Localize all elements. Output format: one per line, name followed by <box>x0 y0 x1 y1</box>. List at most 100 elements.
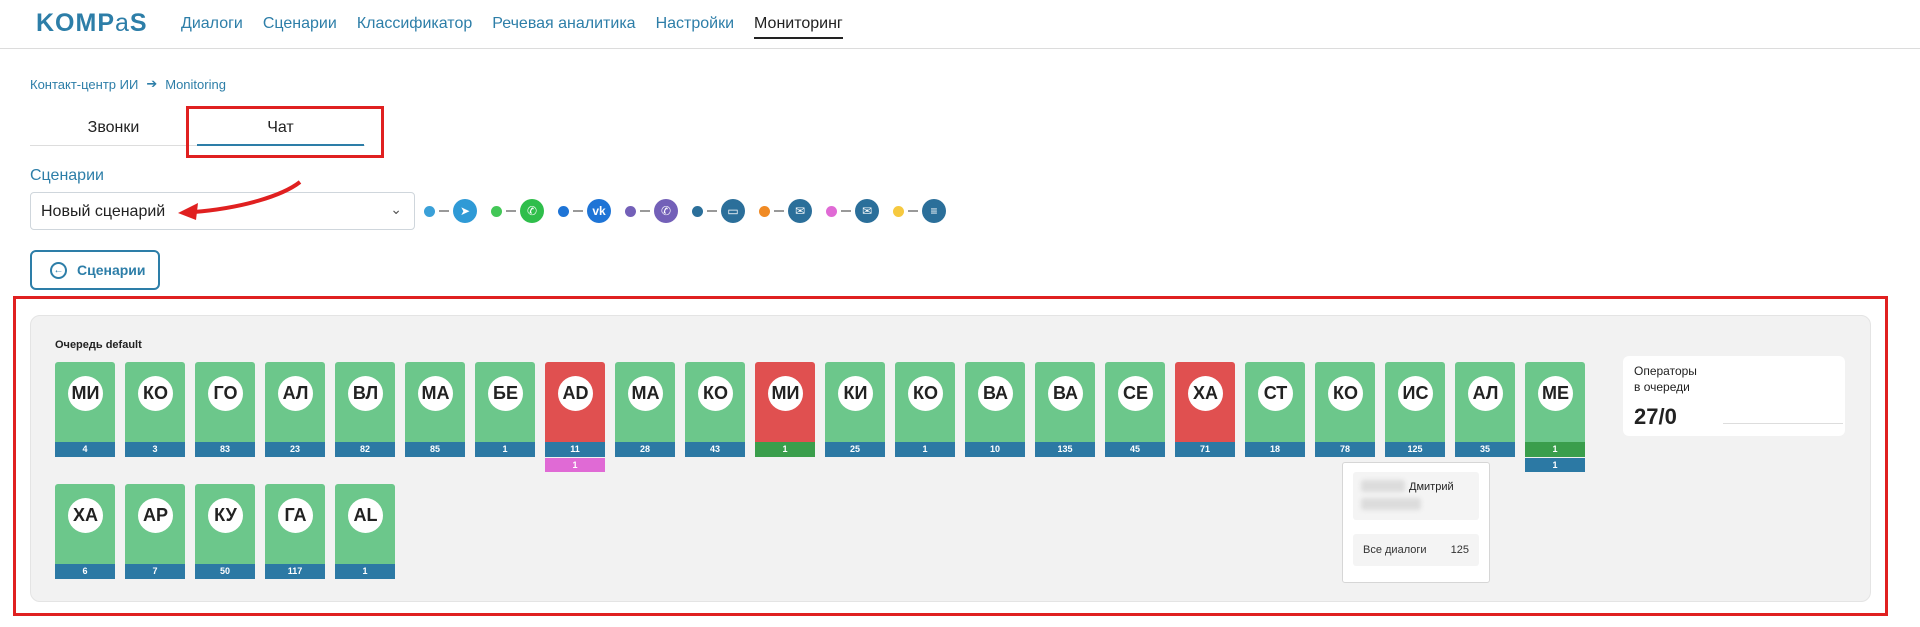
operators-in-queue-label: Операторы в очереди <box>1634 364 1697 394</box>
operator-avatar: ГА <box>278 498 313 533</box>
channel-email[interactable]: ✉ <box>826 199 879 223</box>
operator-avatar: ВЛ <box>348 376 383 411</box>
channel-status-dot <box>893 205 904 217</box>
operator-card[interactable]: БЕ 1 <box>475 362 535 457</box>
channel-status-dot <box>692 205 703 217</box>
blurred-surname <box>1361 480 1405 492</box>
channel-form[interactable]: ≡ <box>893 199 946 223</box>
nav-item-0[interactable]: Диалоги <box>181 15 243 39</box>
operator-first-name: Дмитрий <box>1409 481 1454 493</box>
operator-card[interactable]: ВЛ 82 <box>335 362 395 457</box>
operator-dialog-count: 6 <box>55 564 115 579</box>
nav-item-3[interactable]: Речевая аналитика <box>492 15 635 39</box>
operator-dialog-count: 4 <box>55 442 115 457</box>
operator-card[interactable]: АЛ 35 <box>1455 362 1515 457</box>
operator-dialog-count: 83 <box>195 442 255 457</box>
operator-card[interactable]: AD 11 1 <box>545 362 605 472</box>
operator-avatar: АР <box>138 498 173 533</box>
operator-avatar: СТ <box>1258 376 1293 411</box>
breadcrumb-item-contact-center[interactable]: Контакт-центр ИИ <box>30 77 138 92</box>
operator-card[interactable]: КО 3 <box>125 362 185 457</box>
operator-avatar: МА <box>418 376 453 411</box>
operator-card[interactable]: МА 85 <box>405 362 465 457</box>
operator-card[interactable]: AL 1 <box>335 484 395 579</box>
operator-dialog-count: 78 <box>1315 442 1375 457</box>
operator-dialog-count: 1 <box>755 442 815 457</box>
nav-item-5[interactable]: Мониторинг <box>754 15 843 39</box>
chat-icon: ▭ <box>721 199 745 223</box>
operator-card[interactable]: ИС 125 <box>1385 362 1445 457</box>
channel-telegram[interactable]: ➤ <box>424 199 477 223</box>
operator-card[interactable]: СТ 18 <box>1245 362 1305 457</box>
channel-whatsapp[interactable]: ✆ <box>491 199 544 223</box>
operator-card[interactable]: ГО 83 <box>195 362 255 457</box>
operator-dialog-count: 18 <box>1245 442 1305 457</box>
operator-card[interactable]: КО 78 <box>1315 362 1375 457</box>
operator-card[interactable]: КО 1 <box>895 362 955 457</box>
operator-dialog-count: 82 <box>335 442 395 457</box>
operator-avatar: КО <box>698 376 733 411</box>
operator-card[interactable]: ХА 71 <box>1175 362 1235 457</box>
operator-dialog-count: 1 <box>1525 442 1585 457</box>
nav-item-2[interactable]: Классификатор <box>357 15 472 39</box>
operator-card[interactable]: ВА 135 <box>1035 362 1095 457</box>
operator-dialog-count: 28 <box>615 442 675 457</box>
connector-line <box>774 210 784 212</box>
nav-item-4[interactable]: Настройки <box>656 15 734 39</box>
connector-line <box>573 210 583 212</box>
connector-line <box>439 210 449 212</box>
channel-webchat[interactable]: ▭ <box>692 199 745 223</box>
operator-card[interactable]: МИ 1 <box>755 362 815 457</box>
channel-status-dot <box>424 205 435 217</box>
all-dialogs-row[interactable]: Все диалоги 125 <box>1353 534 1479 566</box>
operator-card[interactable]: АР 7 <box>125 484 185 579</box>
channel-viber[interactable]: ✆ <box>625 199 678 223</box>
arrow-right-icon: ➔ <box>146 76 158 91</box>
operator-avatar: КИ <box>838 376 873 411</box>
operator-avatar: ХА <box>68 498 103 533</box>
operator-dialog-count: 125 <box>1385 442 1445 457</box>
operator-card[interactable]: ВА 10 <box>965 362 1025 457</box>
operator-card[interactable]: КО 43 <box>685 362 745 457</box>
operator-dialog-count: 7 <box>125 564 185 579</box>
email-icon: ✉ <box>855 199 879 223</box>
scenarios-back-button[interactable]: ← Сценарии <box>30 250 160 290</box>
channel-list: ➤ ✆ vk ✆ ▭ ✉ ✉ ≡ <box>424 199 960 223</box>
operator-card[interactable]: МЕ 1 1 <box>1525 362 1585 472</box>
operator-extra-count: 1 <box>545 458 605 472</box>
operator-avatar: КО <box>138 376 173 411</box>
operator-card[interactable]: ГА 117 <box>265 484 325 579</box>
operator-avatar: МЕ <box>1538 376 1573 411</box>
scenario-select-value: Новый сценарий <box>41 203 166 220</box>
nav-item-1[interactable]: Сценарии <box>263 15 337 39</box>
operator-tooltip: Дмитрий Все диалоги 125 <box>1342 462 1490 583</box>
speech-icon: ✉ <box>788 199 812 223</box>
operator-avatar: AD <box>558 376 593 411</box>
operators-in-queue-value: 27/0 <box>1634 404 1677 429</box>
operator-card[interactable]: СЕ 45 <box>1105 362 1165 457</box>
channel-chat2[interactable]: ✉ <box>759 199 812 223</box>
operator-dialog-count: 117 <box>265 564 325 579</box>
operator-dialog-count: 3 <box>125 442 185 457</box>
operator-card[interactable]: ХА 6 <box>55 484 115 579</box>
main-nav: Диалоги Сценарии Классификатор Речевая анал… <box>181 15 863 39</box>
operator-card[interactable]: КУ 50 <box>195 484 255 579</box>
operator-dialog-count: 25 <box>825 442 885 457</box>
connector-line <box>506 210 516 212</box>
breadcrumb-item-monitoring[interactable]: Monitoring <box>165 77 226 92</box>
whatsapp-icon: ✆ <box>520 199 544 223</box>
operator-card[interactable]: АЛ 23 <box>265 362 325 457</box>
operators-in-queue-box: Операторы в очереди 27/0 <box>1623 356 1845 436</box>
kompas-logo[interactable]: KOMPaS <box>36 9 148 38</box>
operator-card[interactable]: КИ 25 <box>825 362 885 457</box>
channel-vk[interactable]: vk <box>558 199 611 223</box>
operator-extra-count: 1 <box>1525 458 1585 472</box>
operator-card[interactable]: МА 28 <box>615 362 675 457</box>
operator-avatar: КО <box>1328 376 1363 411</box>
operator-dialog-count: 45 <box>1105 442 1165 457</box>
chevron-down-icon: ⌄ <box>390 201 402 217</box>
all-dialogs-count: 125 <box>1450 544 1469 556</box>
channel-status-dot <box>826 205 837 217</box>
tab-calls[interactable]: Звонки <box>30 112 197 145</box>
operator-card[interactable]: МИ 4 <box>55 362 115 457</box>
